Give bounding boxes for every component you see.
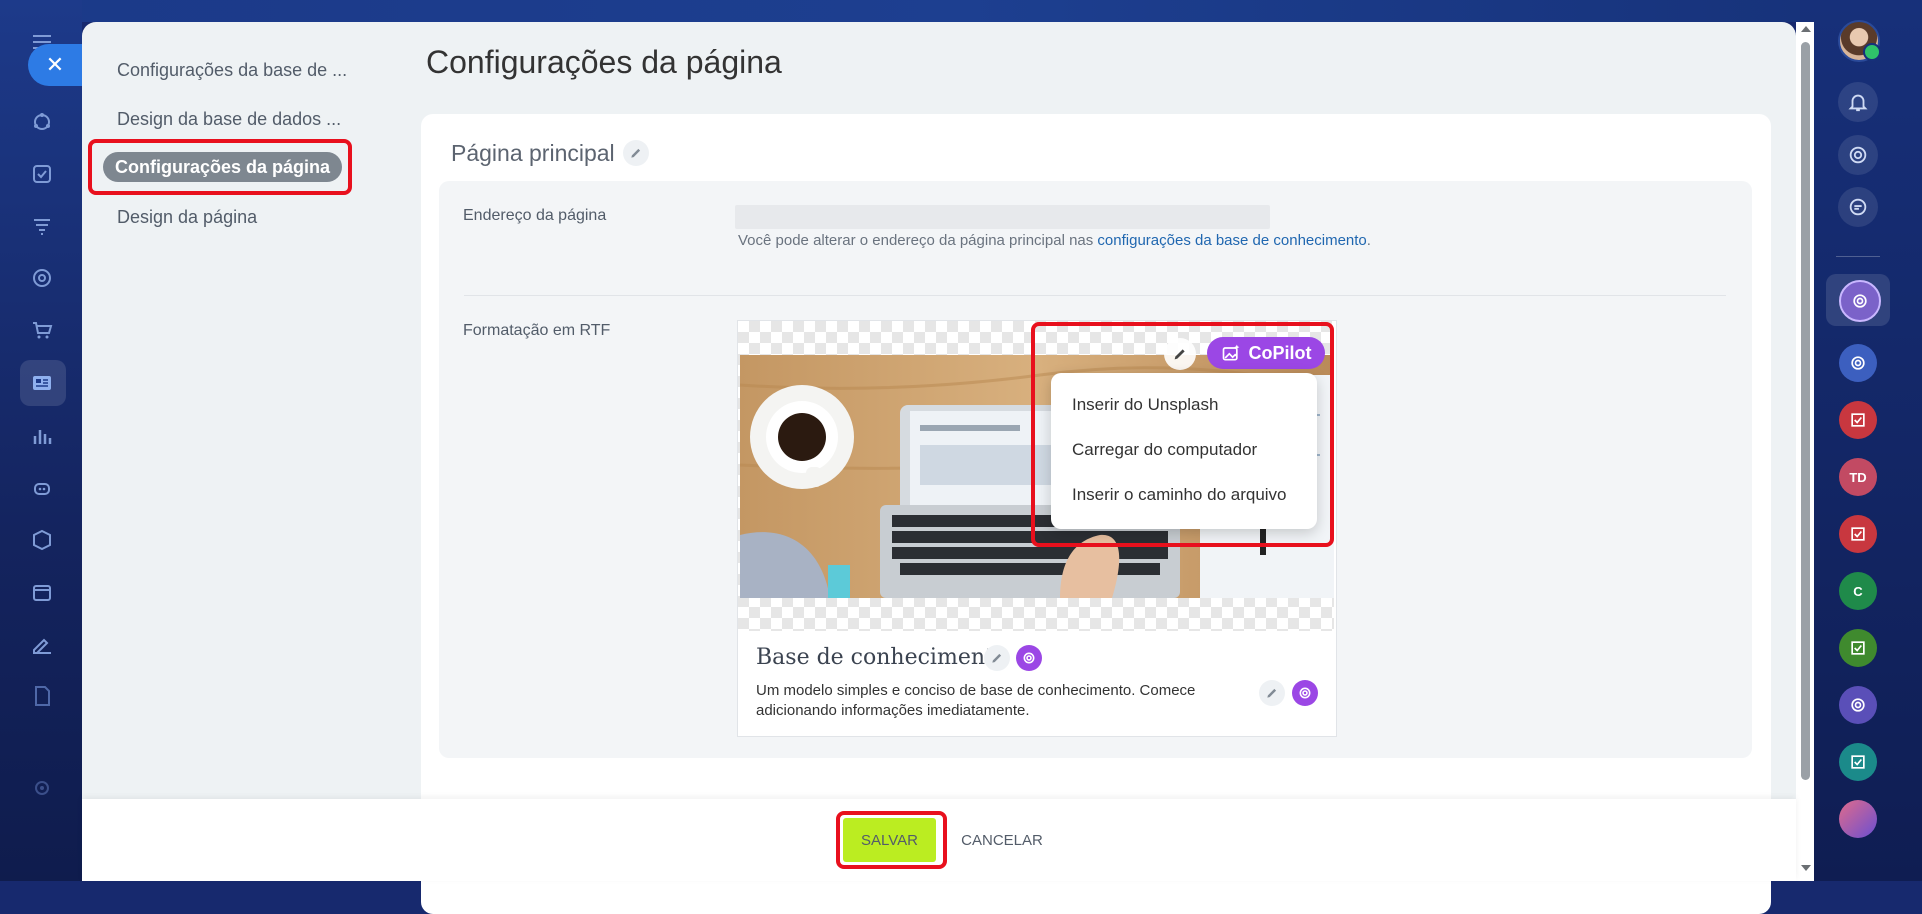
address-hint-suffix: . <box>1366 232 1371 249</box>
section-title: Página principal <box>451 140 615 166</box>
crm-funnel-icon[interactable] <box>26 210 58 242</box>
copilot-icon <box>1853 294 1867 308</box>
copilot-icon <box>1851 356 1865 370</box>
scrollbar-thumb[interactable] <box>1801 42 1810 780</box>
automation-robot-icon[interactable] <box>26 472 58 504</box>
close-icon: ✕ <box>45 52 65 77</box>
copilot-rail-button[interactable] <box>1838 135 1878 175</box>
chat-initials-td[interactable]: TD <box>1839 458 1877 496</box>
sites-icon[interactable] <box>26 367 58 399</box>
address-label: Endereço da página <box>463 207 607 224</box>
kb-settings-link[interactable]: configurações da base de conhecimento <box>1097 232 1366 249</box>
chat-tasks-4[interactable] <box>1839 743 1877 781</box>
settings-icon[interactable] <box>26 772 58 804</box>
page-title: Configurações da página <box>426 44 782 80</box>
divider <box>464 295 1726 296</box>
chat-tasks-1[interactable] <box>1839 401 1877 439</box>
chat-tasks-3[interactable] <box>1839 629 1877 667</box>
chat-initials: TD <box>1849 469 1867 485</box>
chat-avatar[interactable] <box>1839 800 1877 838</box>
copilot-description-button[interactable] <box>1292 680 1318 706</box>
task-check-icon <box>1851 641 1865 655</box>
chat-copilot-3[interactable] <box>1839 686 1877 724</box>
scroll-down-arrow-icon[interactable] <box>1801 865 1811 871</box>
left-rail: ✕ <box>0 0 82 881</box>
edit-section-title-button[interactable] <box>623 140 649 166</box>
box-icon[interactable] <box>26 524 58 556</box>
right-rail-divider <box>1836 256 1880 257</box>
bell-icon <box>1848 94 1868 112</box>
signature-icon[interactable] <box>26 628 58 660</box>
highlight-frame-save <box>836 811 947 869</box>
documents-icon[interactable] <box>26 680 58 712</box>
cancel-button[interactable]: CANCELAR <box>960 818 1044 862</box>
chat-search-button[interactable] <box>1838 187 1878 227</box>
template-title: Base de conhecimento <box>756 645 1008 670</box>
copilot-icon <box>1849 146 1867 164</box>
task-check-icon <box>1851 527 1865 541</box>
pencil-icon <box>1267 688 1277 698</box>
chat-initials: C <box>1853 583 1863 599</box>
pencil-icon <box>992 653 1002 663</box>
chat-tasks-2[interactable] <box>1839 515 1877 553</box>
task-check-icon <box>1851 413 1865 427</box>
copilot-icon <box>1299 687 1311 699</box>
notifications-button[interactable] <box>1838 82 1878 122</box>
address-hint: Você pode alterar o endereço da página p… <box>738 232 1371 249</box>
scroll-up-arrow-icon[interactable] <box>1801 26 1811 32</box>
task-check-icon <box>1851 755 1865 769</box>
address-hint-text: Você pode alterar o endereço da página p… <box>738 232 1098 249</box>
tasks-icon[interactable] <box>26 158 58 190</box>
target-icon[interactable] <box>26 262 58 294</box>
close-slider-button[interactable]: ✕ <box>28 44 82 86</box>
edit-description-button[interactable] <box>1259 680 1285 706</box>
edit-template-title-button[interactable] <box>984 645 1010 671</box>
highlight-frame-menu <box>1031 322 1334 547</box>
chat-icon <box>1849 198 1867 216</box>
analytics-icon[interactable] <box>26 420 58 452</box>
chat-copilot-2[interactable] <box>1839 344 1877 382</box>
activity-stream-icon[interactable] <box>26 106 58 138</box>
chat-initials-c[interactable]: C <box>1839 572 1877 610</box>
copilot-icon <box>1851 698 1865 712</box>
copilot-icon <box>1023 652 1035 664</box>
top-bar <box>0 0 1922 22</box>
cart-icon[interactable] <box>26 314 58 346</box>
highlight-frame-sidebar <box>88 139 352 195</box>
copilot-title-button[interactable] <box>1016 645 1042 671</box>
sidebar-item-page-design[interactable]: Design da página <box>117 207 257 228</box>
store-icon[interactable] <box>26 576 58 608</box>
address-value-placeholder <box>735 205 1270 229</box>
online-status-icon <box>1863 43 1881 61</box>
chat-copilot-1[interactable] <box>1839 280 1881 322</box>
rtf-label: Formatação em RTF <box>463 322 611 339</box>
sidebar-item-kb-design[interactable]: Design da base de dados ... <box>117 109 341 130</box>
template-description: Um modelo simples e conciso de base de c… <box>756 682 1196 719</box>
pencil-icon <box>631 148 641 158</box>
sidebar-item-kb-settings[interactable]: Configurações da base de ... <box>117 60 347 81</box>
